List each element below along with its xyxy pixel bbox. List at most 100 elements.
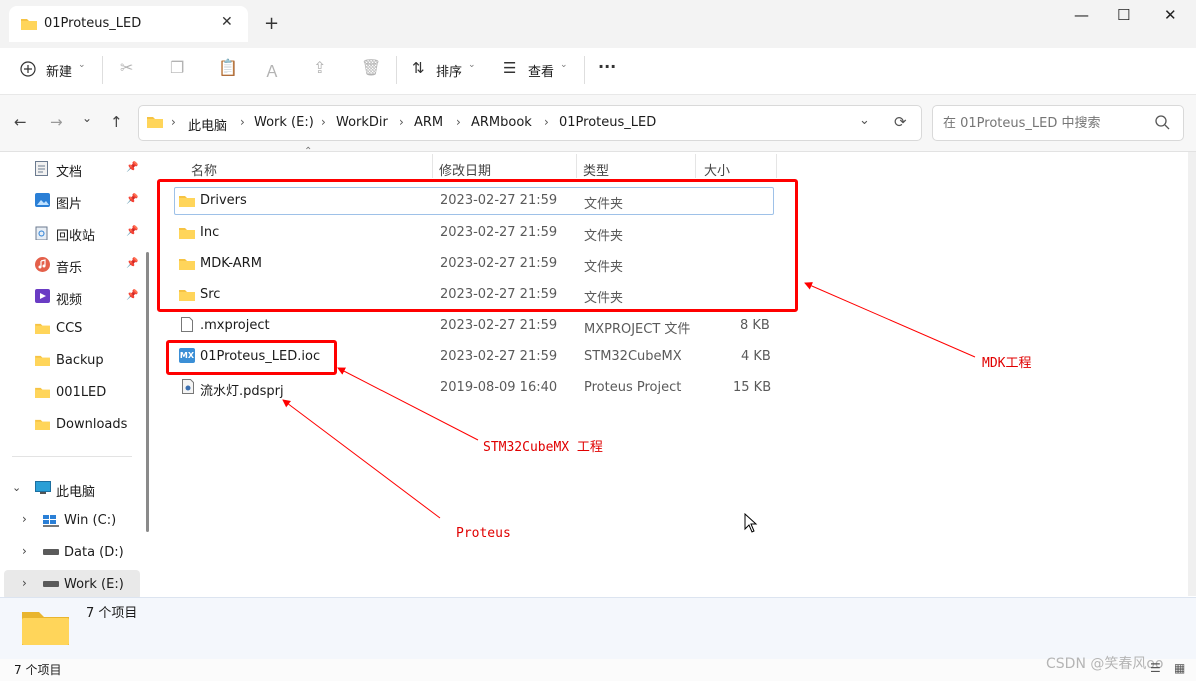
new-tab-button[interactable]: + (264, 13, 279, 34)
minimize-button[interactable]: — (1074, 6, 1089, 24)
breadcrumb-workdir[interactable]: WorkDir (336, 115, 388, 130)
address-dropdown-button[interactable]: ⌄ (859, 113, 870, 128)
sidebar-item-recycle-bin[interactable]: 回收站 📌 (0, 218, 140, 248)
search-box[interactable] (932, 105, 1184, 141)
chevron-right-icon[interactable]: › (22, 512, 27, 526)
new-button[interactable]: 新建 ⌄ (14, 48, 90, 94)
column-divider[interactable] (576, 154, 577, 178)
refresh-button[interactable]: ⟳ (894, 113, 907, 131)
sidebar-item-videos[interactable]: 视频 📌 (0, 282, 140, 312)
annotation-box-mdk (157, 179, 798, 312)
sidebar-item-backup[interactable]: Backup (0, 346, 140, 376)
sidebar-item-pictures[interactable]: 图片 📌 (0, 186, 140, 216)
breadcrumb-arm[interactable]: ARM (414, 115, 443, 130)
table-row[interactable]: 流水灯.pdsprj 2019-08-09 16:40 Proteus Proj… (174, 373, 774, 403)
view-icon: ☰ (503, 59, 517, 77)
sidebar-item-win-c[interactable]: › Win (C:) (0, 506, 140, 536)
forward-button[interactable]: → (50, 113, 63, 131)
search-input[interactable] (941, 112, 1145, 134)
sort-button[interactable]: ⇅ 排序 ⌄ (408, 48, 488, 94)
pictures-icon (35, 193, 50, 207)
up-button[interactable]: ↑ (110, 113, 123, 131)
column-header-name[interactable]: 名称 (191, 160, 217, 179)
folder-icon (35, 323, 50, 334)
sort-arrow-icon: ⌃ (304, 146, 313, 157)
tiles-view-icon[interactable]: ▦ (1174, 661, 1185, 675)
search-icon[interactable] (1155, 115, 1170, 130)
sidebar-item-001led[interactable]: 001LED (0, 378, 140, 408)
view-button[interactable]: ☰ 查看 ⌄ (500, 48, 580, 94)
recycle-bin-icon (35, 226, 48, 240)
sidebar-item-work-e[interactable]: › Work (E:) (4, 570, 140, 600)
column-divider[interactable] (776, 154, 777, 178)
sidebar-scrollbar[interactable] (146, 252, 149, 532)
chevron-right-icon: › (399, 115, 404, 129)
sidebar-item-downloads[interactable]: Downloads (0, 410, 140, 440)
sidebar-item-music[interactable]: 音乐 📌 (0, 250, 140, 280)
maximize-button[interactable]: ☐ (1117, 6, 1130, 24)
tab-close-icon[interactable]: ✕ (221, 14, 233, 30)
file-size: 8 KB (740, 318, 770, 333)
status-item-count: 7 个项目 (14, 663, 62, 677)
folder-icon (35, 387, 50, 398)
paste-icon[interactable]: 📋 (218, 58, 238, 77)
plus-circle-icon (20, 61, 36, 77)
rename-icon[interactable]: Ａ (264, 58, 280, 82)
sidebar-item-this-pc[interactable]: ⌄ 此电脑 (0, 474, 140, 504)
column-divider[interactable] (432, 154, 433, 178)
file-name: .mxproject (200, 318, 270, 333)
pin-icon: 📌 (126, 162, 139, 173)
more-options-button[interactable]: ··· (598, 57, 616, 76)
chevron-down-icon: ⌄ (78, 60, 86, 70)
vertical-scrollbar[interactable] (1188, 152, 1196, 596)
details-view-icon[interactable]: ☰ (1150, 661, 1161, 675)
videos-icon (35, 289, 50, 303)
copy-icon[interactable]: ❐ (170, 58, 184, 77)
back-button[interactable]: ← (14, 113, 27, 131)
file-name: 流水灯.pdsprj (200, 384, 284, 399)
file-type: Proteus Project (584, 380, 682, 395)
column-header-size[interactable]: 大小 (704, 160, 730, 179)
chevron-right-icon: › (321, 115, 326, 129)
sidebar-item-ccs[interactable]: CCS (0, 314, 140, 344)
divider (584, 56, 585, 84)
file-date: 2023-02-27 21:59 (440, 318, 558, 333)
breadcrumb-this-pc[interactable]: 此电脑 (188, 115, 227, 134)
file-date: 2019-08-09 16:40 (440, 380, 558, 395)
delete-icon[interactable]: 🗑 (361, 58, 381, 77)
sidebar-item-label: Work (E:) (64, 577, 124, 592)
column-header-date[interactable]: 修改日期 (439, 160, 491, 179)
close-window-button[interactable]: ✕ (1164, 6, 1177, 24)
table-row[interactable]: .mxproject 2023-02-27 21:59 MXPROJECT 文件… (174, 311, 774, 341)
sidebar-item-label: Backup (56, 353, 104, 368)
cut-icon[interactable]: ✂ (120, 58, 133, 77)
folder-icon (35, 355, 50, 366)
share-icon[interactable]: ⇪ (313, 58, 326, 77)
breadcrumb-work-e[interactable]: Work (E:) (254, 115, 314, 130)
chevron-right-icon[interactable]: › (22, 576, 27, 590)
status-bar: 7 个项目 CSDN @笑春风oo ☰ ▦ (0, 656, 1196, 681)
breadcrumb-armbook[interactable]: ARMbook (471, 115, 532, 130)
sidebar-item-documents[interactable]: 文档 📌 (0, 154, 140, 184)
column-header-type[interactable]: 类型 (583, 160, 609, 179)
drive-icon (43, 581, 59, 587)
large-folder-icon (22, 612, 69, 645)
sidebar-item-label: Win (C:) (64, 513, 117, 528)
details-item-count: 7 个项目 (86, 606, 138, 621)
folder-icon (35, 419, 50, 430)
tab-01proteus-led[interactable]: 01Proteus_LED ✕ (9, 6, 248, 42)
recent-locations-button[interactable]: ⌄ (82, 111, 92, 125)
chevron-down-icon: ⌄ (468, 60, 476, 70)
address-bar[interactable]: › 此电脑 › Work (E:) › WorkDir › ARM › ARMb… (138, 105, 922, 141)
chevron-right-icon: › (544, 115, 549, 129)
chevron-down-icon[interactable]: ⌄ (12, 481, 21, 494)
sidebar-item-label: 文档 (56, 165, 83, 180)
documents-icon (35, 161, 48, 176)
chevron-right-icon[interactable]: › (22, 544, 27, 558)
mouse-cursor-icon (744, 513, 758, 533)
breadcrumb-01proteus-led[interactable]: 01Proteus_LED (559, 115, 656, 130)
view-label: 查看 (528, 65, 555, 80)
column-divider[interactable] (695, 154, 696, 178)
sidebar-item-label: Data (D:) (64, 545, 124, 560)
sidebar-item-data-d[interactable]: › Data (D:) (0, 538, 140, 568)
